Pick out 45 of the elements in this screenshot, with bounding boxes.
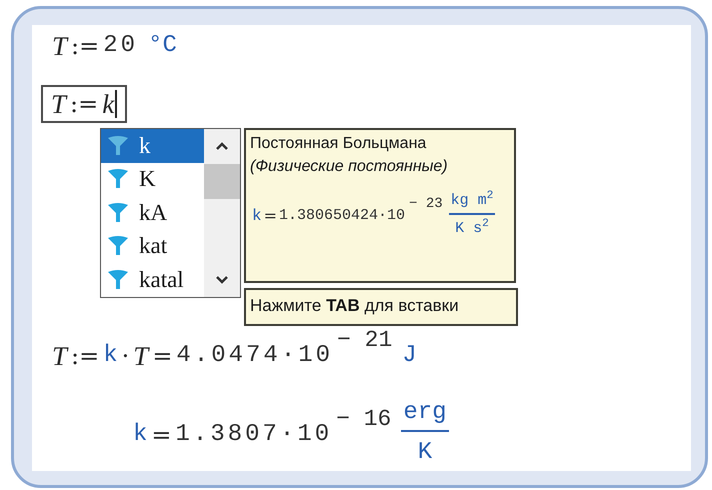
math-variable: T <box>52 340 68 373</box>
list-item[interactable]: k <box>101 129 204 162</box>
list-item[interactable]: kA <box>101 196 204 230</box>
number: 1.3807·10 <box>176 420 332 450</box>
operator: := <box>71 31 100 62</box>
scrollbar-thumb[interactable] <box>204 164 240 199</box>
unit-numerator: kg m$^{2}$ <box>448 192 496 215</box>
unit: °C <box>148 31 177 61</box>
operator: = <box>264 205 278 228</box>
operator: = <box>152 341 172 372</box>
constant: k <box>133 420 148 450</box>
math-variable: T <box>52 30 68 63</box>
exponent: − 16 <box>336 404 392 434</box>
chevron-up-icon[interactable] <box>215 141 229 151</box>
funnel-icon <box>107 235 129 258</box>
list-item[interactable]: kat <box>101 230 204 263</box>
operator: := <box>71 341 100 372</box>
operator: · <box>122 341 130 372</box>
constant: k <box>252 206 262 228</box>
number: 20 <box>103 31 138 61</box>
math-variable: T <box>51 88 66 121</box>
funnel-icon <box>107 202 129 224</box>
math-variable: k <box>102 88 114 121</box>
hint-tooltip: Нажмите TAB для вставки <box>244 288 518 326</box>
number: 1.380650424·10 <box>279 206 406 226</box>
unit-numerator: erg <box>401 398 449 432</box>
list-item[interactable]: K <box>101 162 204 196</box>
constant: k <box>103 341 118 371</box>
unit-denominator: K <box>418 438 432 468</box>
exponent: − 21 <box>337 326 392 355</box>
number: 4.0474·10 <box>176 341 334 371</box>
unit-denominator: K s$^{2}$ <box>455 217 489 239</box>
math-input[interactable]: T:=k <box>41 85 128 123</box>
math-variable: T <box>133 340 148 373</box>
operator: := <box>70 89 98 120</box>
list-item[interactable]: katal <box>101 263 204 296</box>
funnel-icon <box>107 168 129 190</box>
exponent: − 23 <box>409 194 443 214</box>
chevron-down-icon[interactable] <box>215 275 229 285</box>
scrollbar[interactable] <box>204 129 240 297</box>
tooltip-title: Постоянная Больцмана (Физические постоянные) <box>250 134 449 177</box>
unit: J <box>402 341 417 371</box>
funnel-icon <box>107 134 129 157</box>
operator: = <box>151 420 172 451</box>
funnel-icon <box>107 268 129 291</box>
